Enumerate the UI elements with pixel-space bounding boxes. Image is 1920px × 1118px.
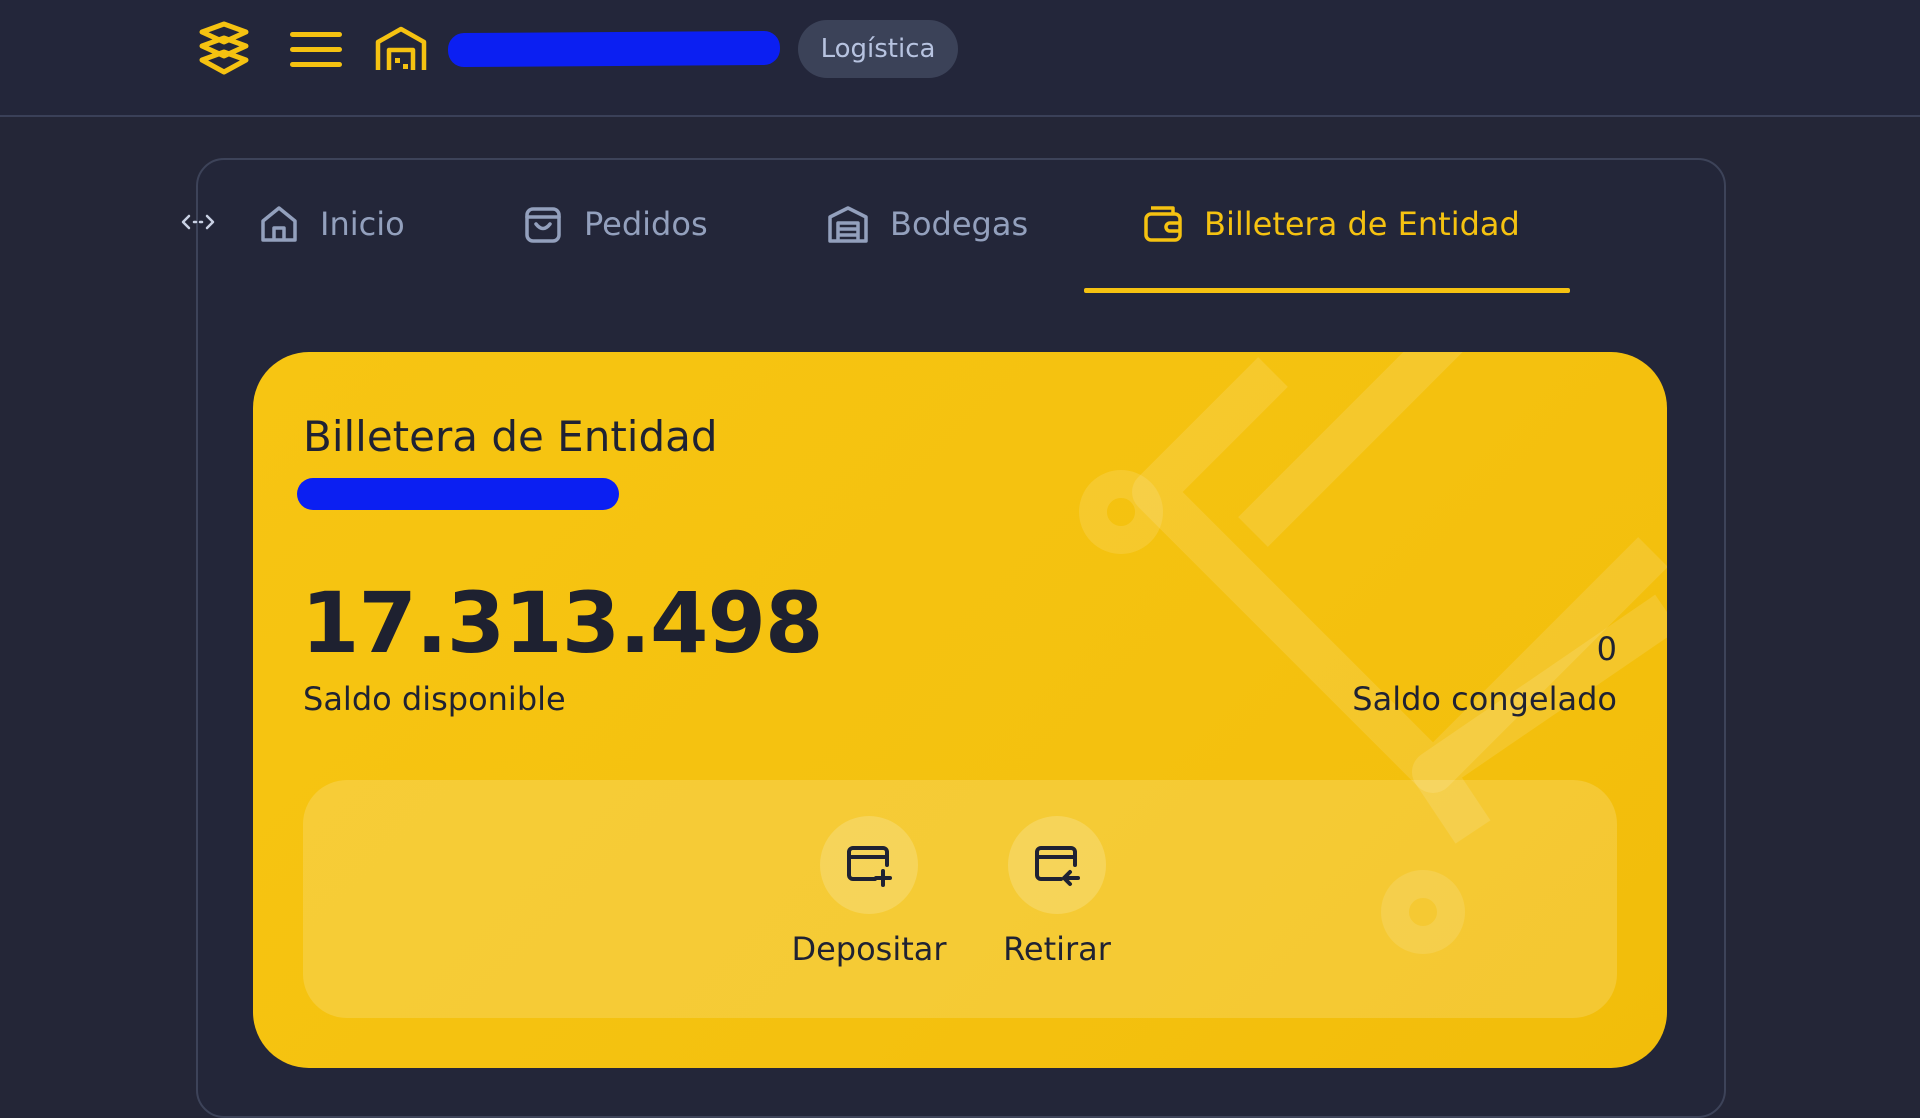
wallet-card: Billetera de Entidad 17.313.498 Saldo di… bbox=[253, 352, 1667, 1068]
tab-bodegas[interactable]: Bodegas bbox=[826, 196, 1028, 252]
wallet-actions: Depositar Retirar bbox=[303, 780, 1617, 1018]
frozen-balance: 0 bbox=[1596, 630, 1617, 668]
tab-billetera[interactable]: Billetera de Entidad bbox=[1142, 196, 1520, 252]
tab-label: Pedidos bbox=[584, 205, 708, 243]
tab-label: Bodegas bbox=[890, 205, 1029, 243]
collapse-toggle-icon[interactable] bbox=[180, 208, 216, 236]
frozen-balance-label: Saldo congelado bbox=[1352, 680, 1617, 718]
role-badge: Logística bbox=[798, 20, 958, 78]
deposit-button[interactable]: Depositar bbox=[789, 816, 949, 968]
withdraw-card-icon bbox=[1035, 846, 1080, 886]
withdraw-button-circle bbox=[1008, 816, 1106, 914]
tab-inicio[interactable]: Inicio bbox=[258, 196, 405, 252]
redacted-entity-name bbox=[297, 478, 619, 510]
withdraw-label: Retirar bbox=[1003, 930, 1111, 968]
deposit-button-circle bbox=[820, 816, 918, 914]
shopping-bag-icon bbox=[525, 207, 561, 243]
available-balance-label: Saldo disponible bbox=[303, 680, 566, 718]
tab-pedidos[interactable]: Pedidos bbox=[522, 196, 708, 252]
wallet-title: Billetera de Entidad bbox=[303, 412, 718, 461]
wallet-icon bbox=[1144, 206, 1182, 242]
top-bar: Logística bbox=[0, 0, 1920, 117]
deposit-label: Depositar bbox=[791, 930, 947, 968]
tab-label: Billetera de Entidad bbox=[1204, 205, 1520, 243]
home-icon bbox=[261, 206, 297, 242]
tab-label: Inicio bbox=[320, 205, 405, 243]
redacted-user-name bbox=[447, 30, 781, 68]
withdraw-button[interactable]: Retirar bbox=[977, 816, 1137, 968]
active-tab-indicator bbox=[1084, 288, 1570, 293]
deposit-card-icon bbox=[847, 846, 892, 887]
app-logo-icon[interactable] bbox=[192, 18, 254, 80]
warehouse-icon bbox=[828, 206, 868, 243]
available-balance: 17.313.498 bbox=[301, 574, 823, 672]
menu-button[interactable] bbox=[290, 28, 344, 70]
warehouse-icon[interactable] bbox=[374, 24, 428, 74]
